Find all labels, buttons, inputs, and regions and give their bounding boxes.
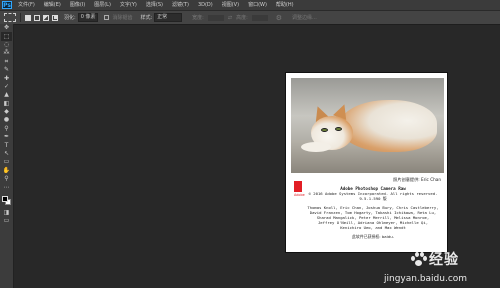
menu-help[interactable]: 帮助(H) (276, 0, 294, 10)
height-label: 高度: (236, 15, 248, 21)
move-tool-icon[interactable]: ✥ (1, 24, 12, 32)
history-brush-tool-icon[interactable]: ◧ (1, 100, 12, 108)
divider (20, 13, 21, 22)
width-input[interactable] (207, 14, 224, 21)
crop-tool-icon[interactable]: ⌗ (1, 58, 12, 66)
color-swatches[interactable] (1, 195, 12, 209)
style-label: 样式: (140, 15, 153, 21)
toolbox: ✥ ⬚ ◌ ⁂ ⌗ ✎ ✚ ✓ ▲ ◧ ◆ ● ⚲ ✒ T ↖ ▭ ✋ ⚲ ⋯ … (0, 24, 14, 288)
foreground-color-swatch[interactable] (2, 195, 8, 202)
about-info: Adobe Photoshop Camera Raw © 2016 Adobe … (300, 186, 446, 239)
marquee-tool-icon[interactable]: ⬚ (1, 32, 12, 41)
photo-credit: 照片创意提供: Eric Chan (393, 177, 441, 182)
antialias-checkbox[interactable] (104, 15, 110, 20)
pen-tool-icon[interactable]: ✒ (1, 133, 12, 141)
refine-edge-button[interactable]: 调整边缘... (292, 14, 317, 21)
feather-label: 羽化: (64, 15, 76, 21)
eraser-tool-icon[interactable]: ◆ (1, 108, 12, 116)
menu-type[interactable]: 文字(Y) (120, 0, 137, 10)
splash-photo (291, 78, 444, 173)
menu-edit[interactable]: 编辑(E) (44, 0, 61, 10)
lasso-tool-icon[interactable]: ◌ (1, 41, 12, 49)
baidu-watermark: 经验 (410, 249, 459, 269)
cat-body (339, 100, 437, 152)
credits-line: Kenichiro Ueo, and Max Wendt (340, 225, 406, 230)
photoshop-logo: Ps (2, 1, 12, 9)
watermark-text: 经验 (429, 252, 459, 268)
cat-paw (301, 142, 331, 152)
shape-tool-icon[interactable]: ▭ (1, 158, 12, 166)
menu-image[interactable]: 图像(I) (70, 0, 85, 10)
quick-mask-icon[interactable]: ◨ (1, 209, 12, 217)
subtract-selection-icon[interactable] (43, 14, 49, 21)
license-text: 此软件已获授权: baidu. (352, 234, 394, 239)
watermark-url: jingyan.baidu.com (384, 274, 468, 284)
menu-select[interactable]: 选择(S) (146, 0, 163, 10)
intersect-selection-icon[interactable] (52, 14, 58, 21)
feather-input[interactable]: 0 像素 (77, 13, 99, 22)
menu-view[interactable]: 视图(V) (222, 0, 239, 10)
menu-bar: Ps 文件(F) 编辑(E) 图像(I) 图层(L) 文字(Y) 选择(S) 滤… (0, 0, 500, 10)
menu-file[interactable]: 文件(F) (18, 0, 35, 10)
antialias-label: 消除锯齿 (112, 15, 133, 21)
eyedropper-tool-icon[interactable]: ✎ (1, 66, 12, 74)
main-menu: 文件(F) 编辑(E) 图像(I) 图层(L) 文字(Y) 选择(S) 滤镜(T… (18, 0, 303, 10)
menu-filter[interactable]: 滤镜(T) (172, 0, 189, 10)
baidu-paw-icon (410, 251, 427, 267)
menu-3d[interactable]: 3D(D) (198, 0, 213, 10)
gear-icon[interactable]: ⚙ (276, 14, 282, 22)
hand-tool-icon[interactable]: ✋ (1, 167, 12, 175)
zoom-tool-icon[interactable]: ⚲ (1, 175, 12, 183)
menu-window[interactable]: 窗口(W) (248, 0, 267, 10)
style-select[interactable]: 正常 (154, 13, 183, 22)
blur-tool-icon[interactable]: ⚲ (1, 125, 12, 133)
stamp-tool-icon[interactable]: ▲ (1, 91, 12, 99)
brush-tool-icon[interactable]: ✓ (1, 83, 12, 91)
cat-eye (335, 127, 342, 131)
new-selection-icon[interactable] (25, 14, 31, 21)
screen-mode-icon[interactable]: ▭ (1, 217, 12, 225)
height-input[interactable] (251, 14, 268, 21)
add-selection-icon[interactable] (34, 14, 40, 21)
type-tool-icon[interactable]: T (1, 141, 12, 149)
more-tools-icon[interactable]: ⋯ (1, 183, 12, 191)
marquee-tool-preset[interactable] (4, 13, 16, 22)
cat-eye (321, 128, 328, 132)
healing-tool-icon[interactable]: ✚ (1, 74, 12, 82)
options-bar: 羽化: 0 像素 消除锯齿 样式: 正常 宽度: ⇄ 高度: ⚙ 调整边缘... (0, 10, 500, 25)
path-select-tool-icon[interactable]: ↖ (1, 150, 12, 158)
about-dialog[interactable]: 照片创意提供: Eric Chan Adobe Adobe Photoshop … (285, 72, 448, 253)
menu-layer[interactable]: 图层(L) (94, 0, 111, 10)
quick-select-tool-icon[interactable]: ⁂ (1, 49, 12, 57)
swap-icon[interactable]: ⇄ (228, 15, 232, 21)
gradient-tool-icon[interactable]: ● (1, 116, 12, 124)
width-label: 宽度: (192, 15, 204, 21)
